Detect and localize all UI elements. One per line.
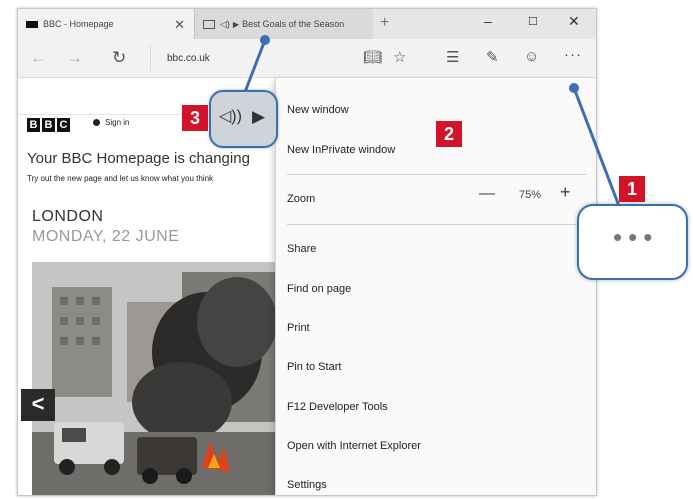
- more-dots-callout: •••: [577, 204, 688, 280]
- callout-badge-2: 2: [436, 121, 462, 147]
- audio-callout: ◁)) ▶: [209, 90, 278, 148]
- play-icon: ▶: [252, 107, 266, 126]
- more-dots-icon: •••: [613, 222, 659, 252]
- speaker-icon: ◁)): [219, 108, 242, 125]
- callout-badge-3: 3: [182, 105, 208, 131]
- callout-badge-1: 1: [619, 176, 645, 202]
